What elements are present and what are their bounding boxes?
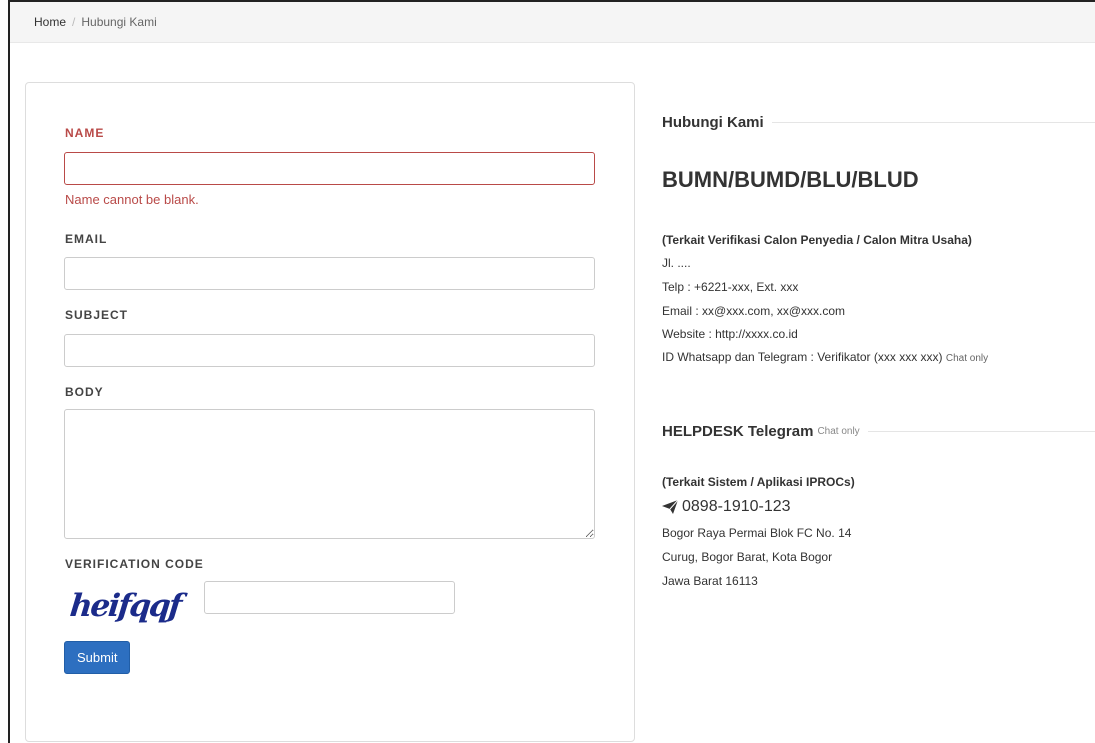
contact-form: NAME Name cannot be blank. EMAIL SUBJECT…	[25, 82, 635, 742]
captcha-image[interactable]: heifqqf	[68, 588, 182, 624]
email-label: EMAIL	[65, 232, 108, 246]
submit-button[interactable]: Submit	[64, 641, 131, 674]
org-title: BUMN/BUMD/BLU/BLUD	[662, 167, 919, 192]
contact-heading: Hubungi Kami	[662, 114, 764, 131]
contact-email: Email : xx@xxx.com, xx@xxx.com	[662, 304, 846, 318]
helpdesk-heading: HELPDESK Telegram	[662, 423, 814, 440]
page-frame: Home / Hubungi Kami NAME Name cannot be …	[8, 0, 1095, 743]
name-error-message: Name cannot be blank.	[65, 192, 199, 207]
messaging-chat-note: Chat only	[945, 353, 989, 364]
contact-address: Jl. ....	[662, 256, 691, 270]
helpdesk-heading-note: Chat only	[817, 426, 860, 437]
helpdesk-divider	[867, 431, 1095, 432]
messaging-text: ID Whatsapp dan Telegram : Verifikator (…	[662, 350, 943, 364]
helpdesk-phone-line: 0898-1910-123	[662, 498, 791, 516]
telegram-send-icon	[662, 500, 678, 514]
breadcrumb: Home / Hubungi Kami	[10, 2, 1095, 43]
verification-subtitle: (Terkait Verifikasi Calon Penyedia / Cal…	[662, 233, 972, 247]
subject-input[interactable]	[64, 334, 595, 367]
helpdesk-section-header: HELPDESK Telegram Chat only	[662, 423, 1095, 440]
body-label: BODY	[65, 385, 104, 399]
name-label: NAME	[65, 126, 105, 140]
helpdesk-subtitle: (Terkait Sistem / Aplikasi IPROCs)	[662, 475, 855, 489]
breadcrumb-home-link[interactable]: Home	[34, 15, 66, 29]
contact-phone: Telp : +6221-xxx, Ext. xxx	[662, 280, 799, 294]
verification-code-label: VERIFICATION CODE	[65, 557, 204, 571]
heading-divider	[771, 122, 1095, 123]
contact-website: Website : http://xxxx.co.id	[662, 327, 798, 341]
helpdesk-phone: 0898-1910-123	[682, 498, 791, 515]
subject-label: SUBJECT	[65, 308, 129, 322]
contact-section-header: Hubungi Kami	[662, 114, 1095, 131]
helpdesk-address-line3: Jawa Barat 16113	[662, 574, 758, 588]
verification-code-input[interactable]	[204, 581, 455, 614]
contact-messaging: ID Whatsapp dan Telegram : Verifikator (…	[662, 350, 988, 364]
breadcrumb-current: Hubungi Kami	[81, 15, 157, 29]
helpdesk-address-line1: Bogor Raya Permai Blok FC No. 14	[662, 526, 852, 540]
breadcrumb-separator: /	[72, 15, 76, 29]
name-input[interactable]	[64, 152, 595, 185]
email-input[interactable]	[64, 257, 595, 290]
body-textarea[interactable]	[64, 409, 595, 539]
helpdesk-address-line2: Curug, Bogor Barat, Kota Bogor	[662, 550, 833, 564]
